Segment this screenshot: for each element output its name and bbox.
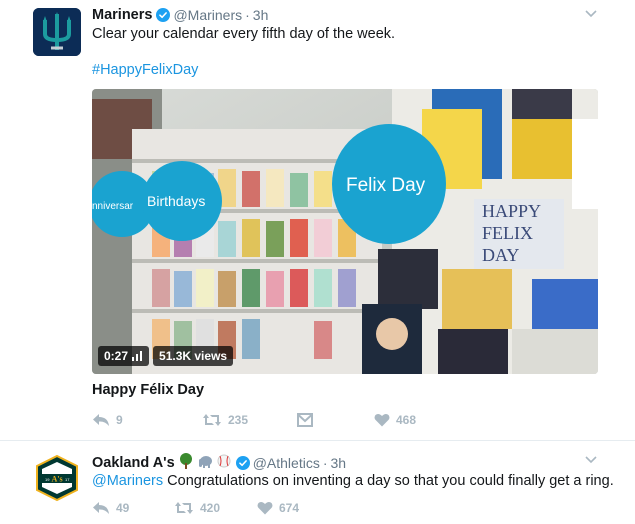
- video-duration: 0:27: [98, 346, 150, 366]
- video-thumbnail: HAPPY FELIX DAY nniversar Birthdays Feli…: [92, 89, 598, 374]
- retweet-icon: [175, 502, 193, 514]
- svg-text:A's: A's: [51, 475, 62, 484]
- user-handle[interactable]: @Mariners: [173, 7, 242, 23]
- user-name[interactable]: Mariners: [92, 7, 152, 23]
- tweet-text: Clear your calendar every fifth day of t…: [92, 26, 396, 42]
- heart-icon: [374, 413, 390, 427]
- reply-button[interactable]: 9: [92, 413, 202, 427]
- separator-dot: ·: [322, 454, 328, 471]
- reply-icon: [93, 502, 109, 514]
- retweet-button[interactable]: 420: [174, 501, 257, 515]
- user-name[interactable]: Oakland A's: [92, 455, 175, 471]
- sign-birthdays: Birthdays: [147, 193, 205, 209]
- view-count: 51.3K views: [153, 346, 234, 366]
- verified-badge-icon: [156, 8, 171, 22]
- tweet-actions: 49 420 674: [92, 501, 299, 515]
- tweet-actions: 9 235 468: [92, 413, 416, 427]
- svg-text:17: 17: [65, 477, 70, 482]
- tweet-athletics[interactable]: A's 19 17 Oakland A's @Athletics · 3h @M…: [0, 441, 635, 524]
- like-count: 674: [279, 501, 300, 515]
- like-button[interactable]: 674: [257, 501, 299, 515]
- sign-felix-day: Felix Day: [346, 175, 426, 196]
- like-count: 468: [396, 413, 417, 427]
- tweet-text: @Mariners Congratulations on inventing a…: [92, 471, 614, 491]
- svg-text:HAPPY: HAPPY: [482, 201, 541, 221]
- retweet-icon: [203, 414, 221, 426]
- svg-text:DAY: DAY: [482, 245, 519, 265]
- reply-button[interactable]: 49: [92, 501, 174, 515]
- video-badges: 0:27 51.3K views: [98, 346, 234, 366]
- message-icon: [297, 413, 313, 427]
- timestamp[interactable]: 3h: [331, 455, 347, 471]
- sign-anniversary: nniversar: [92, 201, 134, 212]
- retweet-button[interactable]: 235: [202, 413, 297, 427]
- video-player[interactable]: HAPPY FELIX DAY nniversar Birthdays Feli…: [92, 89, 598, 374]
- reply-icon: [93, 414, 109, 426]
- tree-emoji-icon: [178, 453, 194, 472]
- mention-link[interactable]: @Mariners: [92, 473, 163, 489]
- hashtag-link[interactable]: #HappyFelixDay: [92, 60, 198, 80]
- like-button[interactable]: 468: [374, 413, 416, 427]
- verified-badge-icon: [235, 455, 250, 470]
- baseball-emoji-icon: [216, 454, 232, 471]
- retweet-count: 420: [200, 501, 221, 515]
- user-handle[interactable]: @Athletics: [253, 455, 320, 471]
- chevron-down-icon[interactable]: [585, 456, 597, 464]
- direct-message-button[interactable]: [297, 413, 374, 427]
- tweet-header: Oakland A's @Athletics · 3h: [92, 453, 346, 472]
- separator-dot: ·: [245, 7, 250, 23]
- tweet-body: Congratulations on inventing a day so th…: [167, 473, 614, 489]
- reply-count: 9: [116, 413, 123, 427]
- svg-text:FELIX: FELIX: [482, 223, 533, 243]
- elephant-emoji-icon: [197, 454, 213, 471]
- mariners-avatar[interactable]: [33, 8, 81, 56]
- heart-icon: [257, 501, 273, 515]
- reply-count: 49: [116, 501, 130, 515]
- tweet-mariners[interactable]: Mariners @Mariners · 3h Clear your calen…: [0, 0, 635, 440]
- timestamp[interactable]: 3h: [253, 7, 269, 23]
- svg-text:19: 19: [45, 477, 50, 482]
- tweet-header: Mariners @Mariners · 3h: [92, 7, 268, 23]
- athletics-avatar[interactable]: A's 19 17: [33, 454, 81, 502]
- card-title[interactable]: Happy Félix Day: [92, 382, 204, 398]
- volume-bars-icon: [132, 351, 143, 361]
- chevron-down-icon[interactable]: [585, 10, 597, 18]
- retweet-count: 235: [228, 413, 249, 427]
